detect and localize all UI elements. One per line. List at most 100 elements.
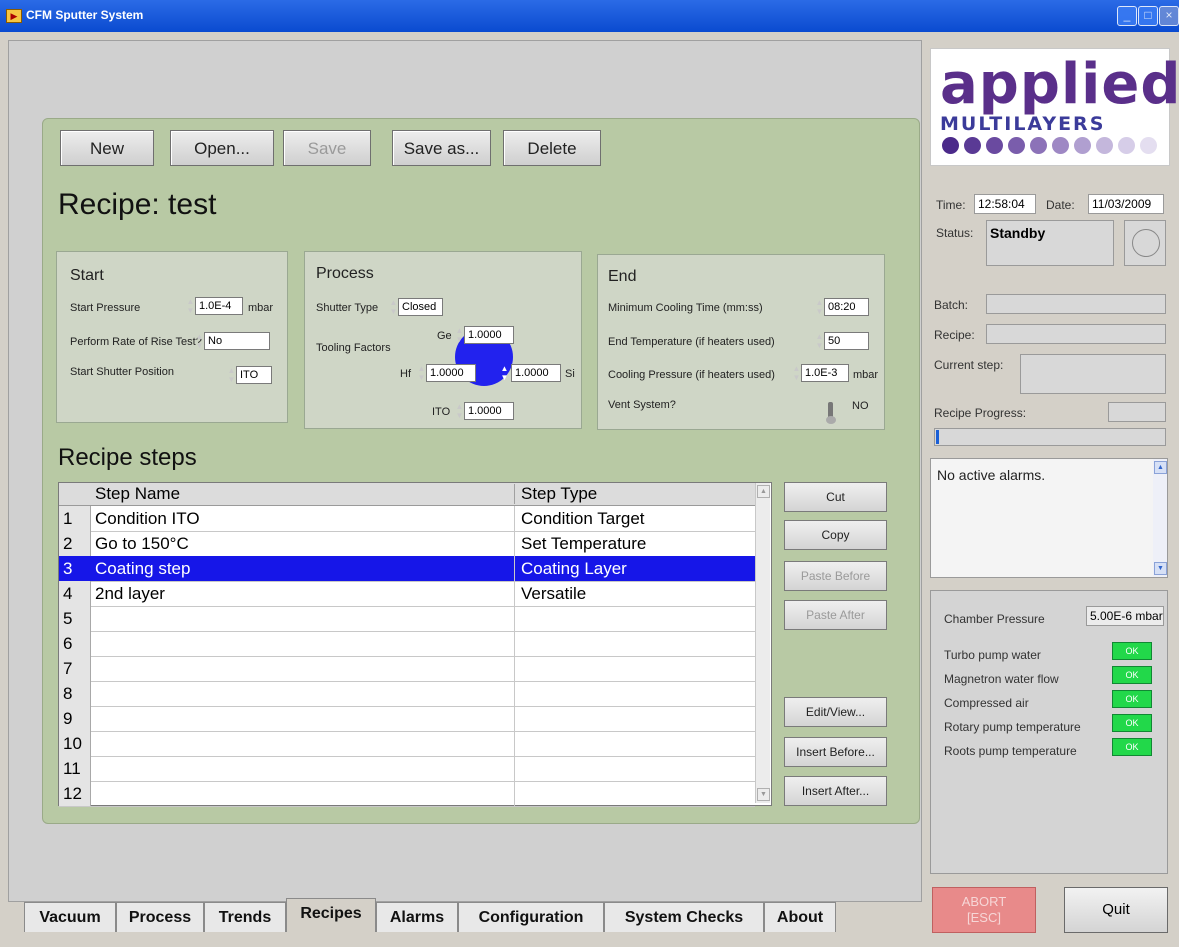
- hf-label: Hf: [400, 368, 411, 380]
- row-number: 11: [59, 756, 91, 781]
- alarm-box: No active alarms. ▲ ▼: [930, 458, 1168, 578]
- row-number: 4: [59, 581, 91, 606]
- table-row[interactable]: 1 Condition ITO Condition Target: [59, 506, 755, 532]
- maximize-icon: □: [1144, 8, 1152, 22]
- vent-label: Vent System?: [608, 399, 676, 411]
- cut-button[interactable]: Cut: [784, 482, 887, 512]
- row-number: 5: [59, 606, 91, 631]
- scroll-up-icon[interactable]: ▲: [757, 485, 770, 498]
- minimize-button[interactable]: _: [1117, 6, 1137, 26]
- cooling-pressure-label: Cooling Pressure (if heaters used): [608, 369, 775, 381]
- save-as-button[interactable]: Save as...: [392, 130, 491, 166]
- recipe-title: Recipe: test: [58, 188, 217, 221]
- hf-field[interactable]: 1.0000: [426, 364, 476, 382]
- paste-before-button[interactable]: Paste Before: [784, 561, 887, 591]
- ito-spinner[interactable]: ▲ ▼: [455, 402, 464, 420]
- row-number: 7: [59, 656, 91, 681]
- close-button[interactable]: ×: [1159, 6, 1179, 26]
- tab-configuration[interactable]: Configuration: [458, 902, 604, 932]
- step-type: Set Temperature: [514, 531, 754, 556]
- table-row[interactable]: 4 2nd layer Versatile: [59, 581, 755, 607]
- shutter-type-spinner[interactable]: ▲ ▼: [389, 298, 398, 316]
- shutter-pos-label: Start Shutter Position: [70, 366, 174, 378]
- table-scrollbar[interactable]: ▲ ▼: [755, 483, 770, 803]
- insert-before-button[interactable]: Insert Before...: [784, 737, 887, 767]
- delete-button[interactable]: Delete: [503, 130, 601, 166]
- logo-dot-icon: [1096, 137, 1113, 154]
- step-type: Versatile: [514, 581, 754, 606]
- logo-dot-icon: [986, 137, 1003, 154]
- shutter-type-label: Shutter Type: [316, 302, 379, 314]
- table-row[interactable]: 10: [59, 731, 755, 757]
- si-spinner[interactable]: ▲ ▼: [500, 364, 509, 382]
- table-row[interactable]: 6: [59, 631, 755, 657]
- paste-after-button[interactable]: Paste After: [784, 600, 887, 630]
- shutter-type-field[interactable]: Closed: [398, 298, 443, 316]
- tab-recipes[interactable]: Recipes: [286, 898, 376, 932]
- tab-vacuum[interactable]: Vacuum: [24, 902, 116, 932]
- scroll-up-icon[interactable]: ▲: [1154, 461, 1167, 474]
- table-row[interactable]: 3 Coating step Coating Layer: [59, 556, 755, 582]
- start-pressure-field[interactable]: 1.0E-4: [195, 297, 243, 315]
- new-button[interactable]: New: [60, 130, 154, 166]
- step-name: Coating step: [95, 559, 191, 578]
- start-title: Start: [70, 267, 104, 284]
- tab-trends[interactable]: Trends: [204, 902, 286, 932]
- rate-rise-field[interactable]: No: [204, 332, 270, 350]
- quit-button[interactable]: Quit: [1064, 887, 1168, 933]
- step-type: [514, 781, 754, 806]
- shutter-pos-spinner[interactable]: ▲ ▼: [227, 366, 236, 384]
- row-number: 6: [59, 631, 91, 656]
- end-temp-spinner[interactable]: ▲ ▼: [815, 332, 824, 350]
- cooling-pressure-field[interactable]: 1.0E-3: [801, 364, 849, 382]
- table-row[interactable]: 8: [59, 681, 755, 707]
- scroll-down-icon[interactable]: ▼: [1154, 562, 1167, 575]
- vent-toggle[interactable]: [826, 402, 836, 426]
- clock-icon: [1124, 220, 1166, 266]
- table-row[interactable]: 9: [59, 706, 755, 732]
- abort-button[interactable]: ABORT [ESC]: [932, 887, 1036, 933]
- recipe-field: [986, 324, 1166, 344]
- save-button[interactable]: Save: [283, 130, 371, 166]
- col-header-name[interactable]: Step Name: [95, 484, 180, 504]
- cooling-pressure-spinner[interactable]: ▲ ▼: [792, 364, 801, 382]
- shutter-pos-field[interactable]: ITO: [236, 366, 272, 384]
- maximize-button[interactable]: □: [1138, 6, 1158, 26]
- logo-sub: MULTILAYERS: [940, 113, 1106, 135]
- si-field[interactable]: 1.0000: [511, 364, 561, 382]
- rate-rise-spinner[interactable]: ▲ ▼: [195, 332, 204, 350]
- row-number: 10: [59, 731, 91, 756]
- col-header-type[interactable]: Step Type: [514, 484, 597, 504]
- insert-after-button[interactable]: Insert After...: [784, 776, 887, 806]
- open-button[interactable]: Open...: [170, 130, 274, 166]
- status-led: OK: [1112, 666, 1152, 684]
- steps-table[interactable]: Step Name Step Type 1 Condition ITO Condit…: [58, 482, 772, 807]
- tab-system-checks[interactable]: System Checks: [604, 902, 764, 932]
- table-row[interactable]: 2 Go to 150°C Set Temperature: [59, 531, 755, 557]
- table-row[interactable]: 5: [59, 606, 755, 632]
- copy-button[interactable]: Copy: [784, 520, 887, 550]
- ge-spinner[interactable]: ▲ ▼: [455, 326, 464, 344]
- ito-field[interactable]: 1.0000: [464, 402, 514, 420]
- table-row[interactable]: 12: [59, 781, 755, 807]
- logo-dot-icon: [1030, 137, 1047, 154]
- tooling-label: Tooling Factors: [316, 342, 391, 354]
- end-temp-field[interactable]: 50: [824, 332, 869, 350]
- start-pressure-spinner[interactable]: ▲ ▼: [186, 297, 195, 315]
- alarm-scrollbar[interactable]: ▲ ▼: [1153, 459, 1167, 577]
- table-header: Step Name Step Type: [59, 483, 769, 506]
- hf-spinner[interactable]: ▲ ▼: [417, 364, 426, 382]
- table-row[interactable]: 7: [59, 656, 755, 682]
- batch-field: [986, 294, 1166, 314]
- tab-process[interactable]: Process: [116, 902, 204, 932]
- edit-view-button[interactable]: Edit/View...: [784, 697, 887, 727]
- status-led: OK: [1112, 714, 1152, 732]
- step-name: 2nd layer: [95, 584, 165, 603]
- cooling-time-spinner[interactable]: ▲ ▼: [815, 298, 824, 316]
- cooling-time-field[interactable]: 08:20: [824, 298, 869, 316]
- tab-about[interactable]: About: [764, 902, 836, 932]
- table-row[interactable]: 11: [59, 756, 755, 782]
- ge-field[interactable]: 1.0000: [464, 326, 514, 344]
- scroll-down-icon[interactable]: ▼: [757, 788, 770, 801]
- tab-alarms[interactable]: Alarms: [376, 902, 458, 932]
